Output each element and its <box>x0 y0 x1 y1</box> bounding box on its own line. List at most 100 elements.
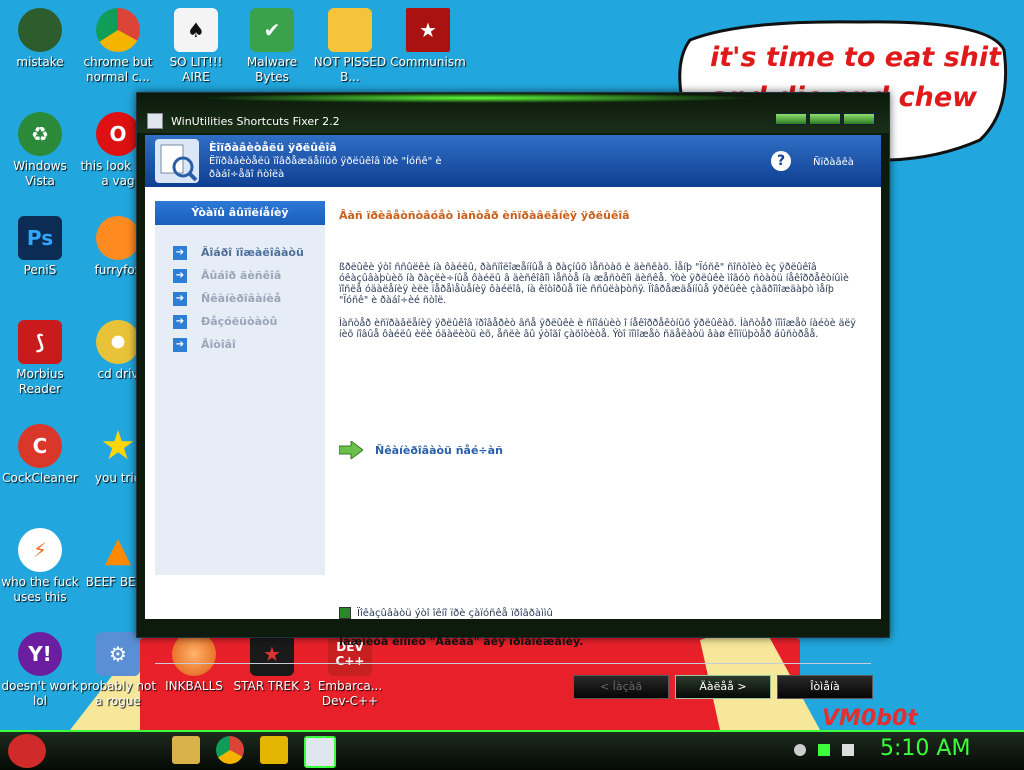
help-icon[interactable]: ? <box>771 151 791 171</box>
title-glow <box>197 93 757 103</box>
welcome-title: Âàñ ïðèâåòñòâóåò ìàñòåð èñïðàâëåíèÿ ÿðëû… <box>339 209 630 222</box>
vlc-cone-icon: ▲ <box>104 529 132 570</box>
back-button[interactable]: < Íàçàä <box>573 675 669 699</box>
shield-icon: ✔ <box>250 8 294 52</box>
desktop-icon-communism[interactable]: ★ Communism <box>388 8 468 70</box>
arrow-right-icon: ➔ <box>173 268 187 283</box>
desktop-icon-probably-not-rogue[interactable]: ⚙ probably not a rogue <box>78 632 158 709</box>
checkbox-label: Ïîêàçûâàòü ýòî îêíî ïðè çàïóñêå ïðîãðàìì… <box>357 607 553 619</box>
pig-icon <box>328 8 372 52</box>
desktop-icon-malwarebytes[interactable]: ✔ Malware Bytes <box>232 8 312 85</box>
icon-label: furryfox <box>94 263 142 277</box>
settings-computer-icon: ⚙ <box>96 632 140 676</box>
shortcuts-fixer-taskbar-icon[interactable] <box>304 736 336 768</box>
ball-icon <box>172 632 216 676</box>
minimize-button[interactable] <box>775 113 807 125</box>
tray-arrow-icon[interactable] <box>794 744 806 756</box>
corner-text: VM0b0t <box>822 706 918 731</box>
app-icon <box>147 113 163 129</box>
desktop-icon-who-uses-this[interactable]: ⚡ who the fuck uses this <box>0 528 80 605</box>
icon-label: Communism <box>390 55 466 69</box>
cancel-button[interactable]: Îòìåíà <box>777 675 873 699</box>
star-icon: ★ <box>100 422 136 469</box>
desktop-icon-morbius-reader[interactable]: ⟆ Morbius Reader <box>0 320 80 397</box>
close-button[interactable] <box>843 113 875 125</box>
photoshop-icon: Ps <box>18 216 62 260</box>
icon-label: Morbius Reader <box>16 367 64 396</box>
steps-sidebar: Ýòàïû âûïîëíåíèÿ ➔ Äîáðî ïîæàëîâàòü ➔ Âûáî… <box>155 201 325 575</box>
step-item-results: ➔ Ðåçóëüòàòû <box>173 310 325 333</box>
desktop-icon-penis[interactable]: Ps PeniS <box>0 216 80 278</box>
icon-label: cd driv <box>97 367 139 381</box>
desktop-icon-chrome[interactable]: chrome but normal c... <box>78 8 158 85</box>
taskbar: 5:10 AM <box>0 730 1024 770</box>
icon-label: CockCleaner <box>2 471 78 485</box>
icon-label: SO LIT!!! AIRE <box>169 55 223 84</box>
chrome-icon <box>96 8 140 52</box>
arrow-right-icon: ➔ <box>173 314 187 329</box>
icon-label: PeniS <box>23 263 57 277</box>
arrow-right-icon: ➔ <box>173 245 187 260</box>
window-controls <box>775 113 875 125</box>
maximize-button[interactable] <box>809 113 841 125</box>
intro-paragraph-2: Ìàñòåð èñïðàâëåíèÿ ÿðëûêîâ ïðîâåðèò âñå … <box>339 318 856 340</box>
help-label[interactable]: Ñïðàâêà <box>813 157 854 168</box>
step-label: Âûáîð äèñêîâ <box>201 269 282 282</box>
header-banner: Èîïðàâèòåëü ÿðëûêîâ Ëîïðàâèòåëü ïîâðåæäå… <box>145 135 881 187</box>
firefox-icon <box>96 216 140 260</box>
taskbar-clock[interactable]: 5:10 AM <box>880 736 970 761</box>
next-button[interactable]: Äàëåå > <box>675 675 771 699</box>
pdf-icon: ⟆ <box>18 320 62 364</box>
green-arrow-icon <box>339 441 363 459</box>
icon-label: NOT PISSED B... <box>313 55 387 84</box>
desktop-icon-windows-vista[interactable]: ♻ Windows Vista <box>0 112 80 189</box>
step-label: Ñêàíèðîâàíèå <box>201 292 282 305</box>
desktop-icon-pissed[interactable]: NOT PISSED B... <box>310 8 390 85</box>
volume-icon[interactable] <box>842 744 854 756</box>
bubble-line-1: it's time to eat shit <box>710 42 1002 73</box>
icon-label: STAR TREK 3 <box>233 679 311 693</box>
steps-list: ➔ Äîáðî ïîæàëîâàòü ➔ Âûáîð äèñêîâ ➔ Ñêàíèðî… <box>173 241 325 356</box>
window-title: WinUtilities Shortcuts Fixer 2.2 <box>171 115 340 128</box>
show-on-startup-checkbox[interactable]: Ïîêàçûâàòü ýòî îêíî ïðè çàïóñêå ïðîãðàìì… <box>339 607 553 619</box>
step-item-disks: ➔ Âûáîð äèñêîâ <box>173 264 325 287</box>
arrow-right-icon: ➔ <box>173 337 187 352</box>
icon-label: you trie <box>94 471 142 485</box>
icon-label: probably not a rogue <box>79 679 157 708</box>
icon-label: INKBALLS <box>165 679 223 693</box>
cards-icon: ♠ <box>174 8 218 52</box>
yahoo-icon: Y! <box>18 632 62 676</box>
start-button-angry-bird-icon[interactable] <box>8 734 46 768</box>
scan-now-link[interactable]: Ñêàíèðîâàòü ñåé÷àñ <box>339 441 503 459</box>
recycle-icon: ♻ <box>18 112 62 156</box>
opera-icon: O <box>96 112 140 156</box>
continue-note: Íàæìèòå êíîïêó "Äàëåå" äëÿ ïðîäîëæåíèÿ. <box>339 635 584 648</box>
lightning-icon: ⚡ <box>18 528 62 572</box>
desktop-icon-mistake[interactable]: mistake <box>0 8 80 70</box>
desktop-icon-solitaire[interactable]: ♠ SO LIT!!! AIRE <box>156 8 236 85</box>
title-bar[interactable]: WinUtilities Shortcuts Fixer 2.2 <box>137 93 889 133</box>
cd-icon <box>96 320 140 364</box>
settings-taskbar-icon[interactable] <box>260 736 288 764</box>
shortcuts-fixer-window: WinUtilities Shortcuts Fixer 2.2 Èîïðàâè… <box>136 92 890 699</box>
cleaner-icon: C <box>18 424 62 468</box>
desktop-icon-doesnt-work[interactable]: Y! doesn't work lol <box>0 632 80 709</box>
step-item-scanning: ➔ Ñêàíèðîâàíèå <box>173 287 325 310</box>
dialog-client: Èîïðàâèòåëü ÿðëûêîâ Ëîïðàâèòåëü ïîâðåæäå… <box>145 135 881 699</box>
step-label: Äîáðî ïîæàëîâàòü <box>201 246 304 259</box>
magnifier-document-icon <box>155 139 199 183</box>
step-label: Ãîòîâî <box>201 338 236 351</box>
banner-subtitle: Ëîïðàâèòåëü ïîâðåæäåííûõ ÿðëûêîâ ïðè "Íó… <box>209 156 442 180</box>
icon-label: mistake <box>16 55 64 69</box>
icon-label: doesn't work lol <box>1 679 79 708</box>
explorer-taskbar-icon[interactable] <box>172 736 200 764</box>
icon-label: chrome but normal c... <box>83 55 153 84</box>
flag-icon: ★ <box>406 8 450 52</box>
checkbox-box[interactable] <box>339 607 351 619</box>
banner-title: Èîïðàâèòåëü ÿðëûêîâ <box>209 141 337 154</box>
network-icon[interactable] <box>818 744 830 756</box>
chrome-taskbar-icon[interactable] <box>216 736 244 764</box>
mistake-icon <box>18 8 62 52</box>
icon-label: Embarca... Dev-C++ <box>317 679 383 708</box>
desktop-icon-cockcleaner[interactable]: C CockCleaner <box>0 424 80 486</box>
